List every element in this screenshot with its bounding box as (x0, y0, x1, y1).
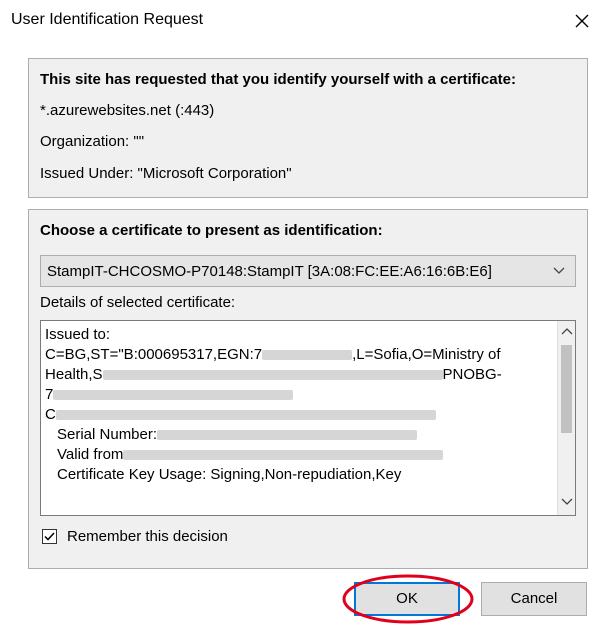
details-scrollbar[interactable] (557, 321, 575, 515)
redacted-block (53, 390, 294, 401)
details-line-6-prefix: Valid from (57, 446, 124, 463)
site-issued-under: Issued Under: "Microsoft Corporation" (40, 165, 292, 182)
redacted-block (102, 370, 443, 381)
details-line-3: 7 (45, 385, 555, 405)
scroll-down-icon[interactable] (561, 497, 573, 507)
details-line-5: Serial Number: (45, 425, 555, 445)
close-icon[interactable] (571, 10, 593, 32)
site-organization: Organization: "" (40, 133, 145, 150)
scroll-thumb[interactable] (561, 345, 572, 433)
redacted-block (157, 430, 418, 441)
details-line-5-prefix: Serial Number: (57, 426, 158, 443)
details-line-1-suffix: ,L=Sofia,O=Ministry of (352, 346, 501, 363)
details-issued-to: Issued to: (45, 326, 111, 343)
details-line-2-suffix: PNOBG- (442, 366, 502, 383)
redacted-block (55, 410, 436, 421)
chevron-down-icon (553, 267, 565, 274)
details-line-2-prefix: Health,S (45, 366, 103, 383)
cancel-button[interactable]: Cancel (481, 582, 587, 616)
title-bar: User Identification Request (0, 0, 602, 40)
details-line-4: C (45, 405, 555, 425)
redacted-block (262, 350, 353, 361)
certificate-select-value: StampIT-CHCOSMO-P70148:StampIT [3A:08:FC… (47, 263, 492, 280)
details-line-3-prefix: 7 (45, 386, 54, 403)
certificate-panel: Choose a certificate to present as ident… (28, 209, 588, 569)
details-line-4-prefix: C (45, 406, 56, 423)
certificate-select[interactable]: StampIT-CHCOSMO-P70148:StampIT [3A:08:FC… (40, 255, 576, 287)
remember-checkbox[interactable] (42, 529, 57, 544)
window-title: User Identification Request (11, 11, 204, 28)
certificate-details-textarea[interactable]: Issued to: C=BG,ST="B:000695317,EGN:7 ,L=… (40, 320, 576, 516)
remember-label: Remember this decision (67, 528, 228, 545)
details-label: Details of selected certificate: (40, 294, 236, 311)
certificate-details-content: Issued to: C=BG,ST="B:000695317,EGN:7 ,L=… (45, 325, 555, 485)
scroll-up-icon[interactable] (561, 326, 573, 336)
details-line-2: Health,S PNOBG- (45, 365, 555, 385)
site-host: *.azurewebsites.net (:443) (40, 102, 215, 119)
choose-certificate-label: Choose a certificate to present as ident… (40, 222, 383, 239)
checkmark-icon (44, 532, 55, 541)
site-info-panel: This site has requested that you identif… (28, 58, 588, 198)
details-line-7: Certificate Key Usage: Signing,Non-repud… (57, 466, 402, 483)
ok-button[interactable]: OK (354, 582, 460, 616)
details-line-1-prefix: C=BG,ST="B:000695317,EGN:7 (45, 346, 263, 363)
details-line-1: C=BG,ST="B:000695317,EGN:7 ,L=Sofia,O=Min… (45, 345, 555, 365)
site-request-heading: This site has requested that you identif… (40, 71, 516, 88)
redacted-block (123, 450, 444, 461)
details-line-6: Valid from (45, 445, 555, 465)
